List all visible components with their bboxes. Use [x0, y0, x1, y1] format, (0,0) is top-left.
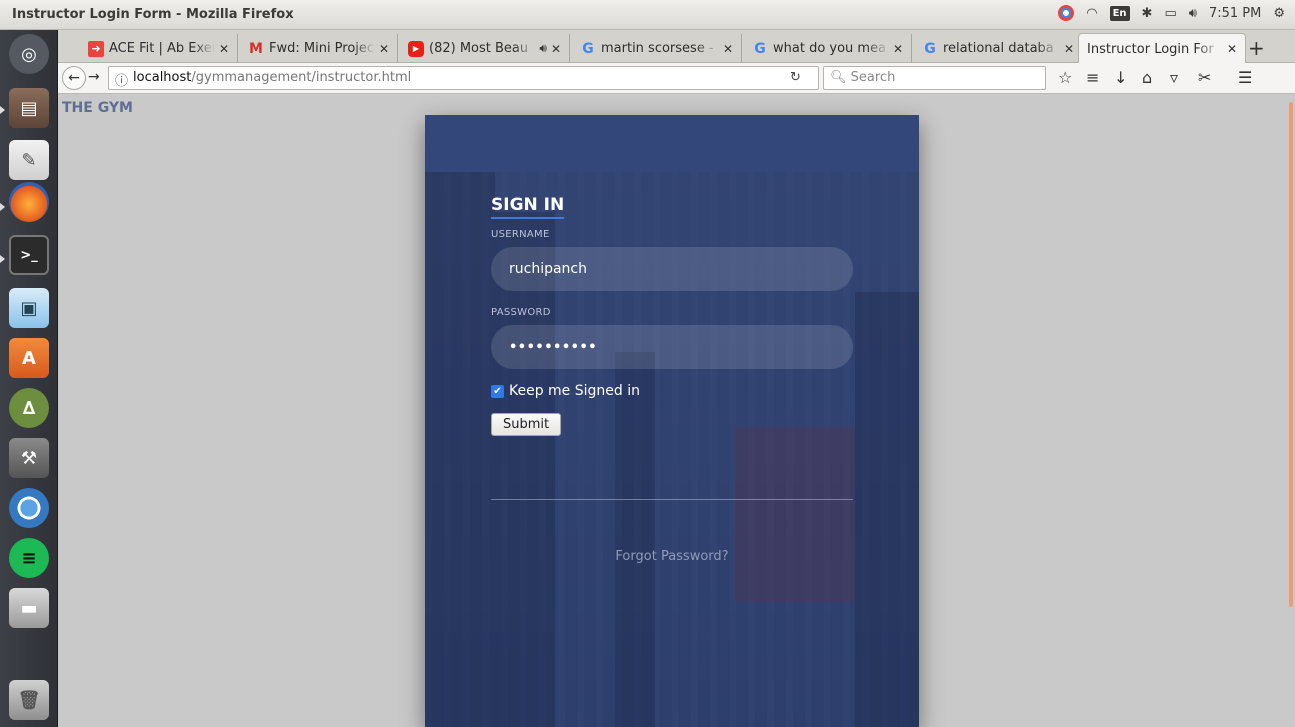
power-gear-icon[interactable]: ⚙: [1273, 6, 1285, 21]
forward-arrow-icon[interactable]: →: [88, 69, 100, 85]
url-host: localhost: [133, 70, 192, 85]
running-indicator: [0, 203, 5, 211]
system-tray: ◠ En ✱ ▭ 🔊︎ 7:51 PM ⚙: [1058, 5, 1285, 21]
tab-title: relational databa: [943, 41, 1054, 56]
drive-icon[interactable]: ▬: [9, 588, 49, 628]
tab-title: (82) Most Beau: [429, 41, 529, 56]
tab-title: Fwd: Mini Project: [269, 41, 375, 56]
username-label: USERNAME: [491, 229, 550, 240]
gmail-icon: M: [249, 40, 263, 57]
page-viewport: THE GYM SIGN IN USERNAME ruchipanch PASS…: [58, 94, 1295, 727]
signin-title: SIGN IN: [491, 195, 565, 219]
forgot-password-link[interactable]: Forgot Password?: [425, 549, 919, 564]
chromium-icon[interactable]: [9, 488, 49, 528]
youtube-icon: ▶: [408, 40, 424, 57]
signin-form: SIGN IN USERNAME ruchipanch PASSWORD •••…: [491, 195, 855, 436]
bus-silhouette: [735, 427, 855, 602]
close-tab-icon[interactable]: ✕: [551, 42, 561, 56]
tab-martin-scorsese[interactable]: G martin scorsese - ✕: [572, 34, 742, 63]
reading-list-icon[interactable]: ≡: [1086, 68, 1099, 87]
ubuntu-dash-icon[interactable]: ◎: [9, 34, 49, 74]
close-tab-icon[interactable]: ✕: [1227, 42, 1237, 56]
software-center-icon[interactable]: A: [9, 338, 49, 378]
keep-signed-in-row: ✔ Keep me Signed in: [491, 383, 855, 399]
reload-icon[interactable]: ↻: [790, 70, 801, 85]
keep-signed-in-label[interactable]: Keep me Signed in: [509, 383, 640, 399]
url-path: /gymmanagement/instructor.html: [191, 70, 412, 85]
running-indicator: [0, 255, 5, 263]
close-tab-icon[interactable]: ✕: [893, 42, 903, 56]
google-icon: G: [924, 40, 936, 57]
close-tab-icon[interactable]: ✕: [1064, 42, 1074, 56]
new-tab-plus-icon[interactable]: +: [1248, 36, 1265, 60]
google-icon: G: [582, 40, 594, 57]
tab-title: martin scorsese -: [601, 41, 714, 56]
tab-title: Instructor Login For: [1087, 41, 1214, 57]
ace-fit-icon: ➜: [88, 40, 104, 57]
spotify-icon[interactable]: ≡: [9, 538, 49, 578]
google-icon: G: [754, 40, 766, 57]
tab-relational-database[interactable]: G relational databa ✕: [914, 34, 1082, 63]
chrome-tray-icon[interactable]: [1058, 5, 1075, 21]
keep-signed-in-checkbox[interactable]: ✔: [491, 384, 504, 398]
keyboard-layout-indicator[interactable]: En: [1109, 5, 1130, 21]
downloads-icon[interactable]: ↓: [1114, 68, 1127, 87]
hamburger-menu-icon[interactable]: ☰: [1238, 68, 1252, 87]
bluetooth-icon[interactable]: ✱: [1142, 6, 1153, 21]
android-studio-icon[interactable]: ∆: [9, 388, 49, 428]
window-title: Instructor Login Form - Mozilla Firefox: [12, 7, 294, 22]
card-header-band: [425, 115, 919, 172]
trash-icon[interactable]: 🗑︎: [9, 680, 49, 720]
search-input[interactable]: 🔍︎ Search: [823, 66, 1046, 90]
volume-icon[interactable]: 🔊︎: [1189, 6, 1197, 21]
scrollbar-thumb[interactable]: [1289, 102, 1293, 607]
navigation-toolbar: ← → ⓘ localhost/gymmanagement/instructor…: [58, 63, 1295, 94]
building-silhouette: [855, 292, 919, 727]
firefox-icon[interactable]: [9, 182, 49, 222]
tab-instructor-login[interactable]: Instructor Login For ✕: [1078, 33, 1246, 64]
terminal-icon[interactable]: >_: [9, 235, 49, 275]
tab-title: what do you mea: [773, 41, 887, 56]
address-bar[interactable]: ⓘ localhost/gymmanagement/instructor.htm…: [108, 66, 819, 90]
tab-youtube[interactable]: ▶ (82) Most Beau 🔊︎ ✕: [400, 34, 570, 63]
tab-gmail[interactable]: M Fwd: Mini Project ✕: [240, 34, 398, 63]
back-arrow-icon[interactable]: ←: [62, 66, 86, 90]
running-indicator: [0, 106, 5, 114]
unity-launcher: ◎ ▤ ✎ >_ ▣ A ∆ ⚒ ≡ ▬ 🗑︎: [0, 30, 58, 727]
pocket-icon[interactable]: ▿: [1170, 68, 1178, 87]
tab-bar: ➜ ACE Fit | Ab Exerc ✕ M Fwd: Mini Proje…: [58, 30, 1295, 64]
search-icon: 🔍︎: [830, 70, 847, 85]
brand-title: THE GYM: [62, 100, 133, 116]
form-divider: [491, 499, 853, 500]
files-icon[interactable]: ▤: [9, 88, 49, 128]
tab-title: ACE Fit | Ab Exerc: [109, 41, 215, 56]
close-tab-icon[interactable]: ✕: [379, 42, 389, 56]
tab-what-do-you-mean[interactable]: G what do you mea ✕: [744, 34, 912, 63]
screenshot-icon[interactable]: ✂: [1198, 68, 1211, 87]
battery-icon[interactable]: ▭: [1164, 6, 1176, 21]
wifi-icon[interactable]: ◠: [1086, 6, 1097, 21]
clock[interactable]: 7:51 PM: [1209, 6, 1261, 21]
submit-button[interactable]: Submit: [491, 413, 562, 436]
password-label: PASSWORD: [491, 307, 551, 318]
speaker-icon[interactable]: 🔊︎: [539, 41, 547, 56]
libreoffice-impress-icon[interactable]: ▣: [9, 288, 49, 328]
password-input[interactable]: ••••••••••: [491, 325, 853, 369]
info-icon[interactable]: ⓘ: [115, 70, 128, 89]
tab-ace-fit[interactable]: ➜ ACE Fit | Ab Exerc ✕: [80, 34, 238, 63]
search-placeholder: Search: [850, 70, 896, 85]
bookmark-star-icon[interactable]: ☆: [1058, 68, 1072, 87]
close-tab-icon[interactable]: ✕: [219, 42, 229, 56]
username-input[interactable]: ruchipanch: [491, 247, 853, 291]
close-tab-icon[interactable]: ✕: [723, 42, 733, 56]
home-icon[interactable]: ⌂: [1142, 68, 1152, 87]
top-panel: Instructor Login Form - Mozilla Firefox …: [0, 0, 1295, 30]
text-editor-icon[interactable]: ✎: [9, 140, 49, 180]
system-settings-icon[interactable]: ⚒: [9, 438, 49, 478]
page-scrollbar[interactable]: [1283, 94, 1295, 727]
login-card: SIGN IN USERNAME ruchipanch PASSWORD •••…: [425, 115, 919, 727]
building-silhouette: [425, 172, 495, 727]
